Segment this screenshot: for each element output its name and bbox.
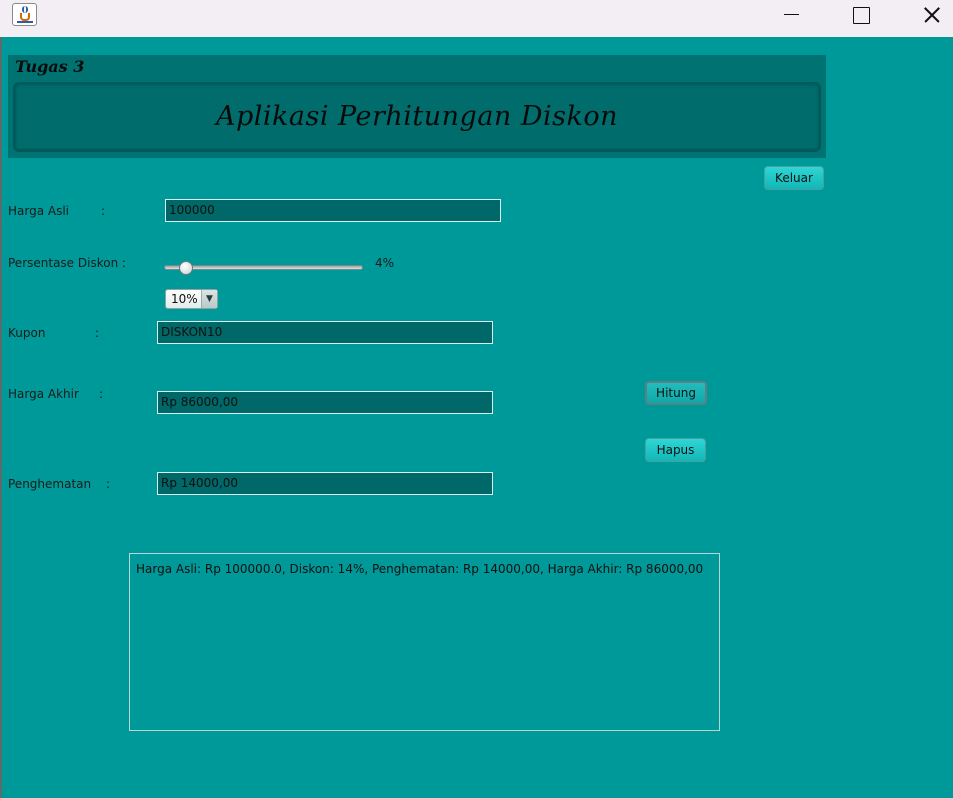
slider-value-label: 4% [375,256,395,270]
discount-slider-track[interactable] [164,265,363,270]
coupon-colon: : [95,326,100,340]
title-box: Aplikasi Perhitungan Diskon [13,82,821,152]
savings-field[interactable]: Rp 14000,00 [157,472,493,495]
discount-select[interactable]: 10% ▼ [165,289,218,309]
window-titlebar [0,0,953,37]
discount-slider-thumb[interactable] [179,261,193,275]
result-text: Harga Asli: Rp 100000.0, Diskon: 14%, Pe… [136,562,704,576]
original-price-input[interactable]: 100000 [165,199,501,222]
close-icon[interactable] [908,0,953,30]
clear-button[interactable]: Hapus [645,438,706,462]
exit-button[interactable]: Keluar [764,166,824,190]
header-panel: Tugas 3 Aplikasi Perhitungan Diskon [8,55,826,158]
calculate-button[interactable]: Hitung [645,381,707,405]
discount-percent-label: Persentase Diskon : [8,256,127,270]
coupon-label: Kupon [8,326,46,340]
coupon-input[interactable]: DISKON10 [157,321,493,344]
original-price-colon: : [101,204,106,218]
page-title: Aplikasi Perhitungan Diskon [215,101,619,132]
final-price-field[interactable]: Rp 86000,00 [157,391,493,414]
savings-label: Penghematan [8,477,92,491]
result-textarea[interactable]: Harga Asli: Rp 100000.0, Diskon: 14%, Pe… [129,553,720,731]
final-price-colon: : [99,387,104,401]
chevron-down-icon[interactable]: ▼ [201,290,217,308]
minimize-icon[interactable] [768,0,814,30]
savings-colon: : [106,477,111,491]
final-price-label: Harga Akhir [8,387,79,401]
maximize-icon[interactable] [837,0,883,30]
java-cup-icon[interactable] [12,3,37,26]
original-price-label: Harga Asli [8,204,70,218]
discount-select-value: 10% [171,292,198,306]
window-border [0,37,2,798]
course-label: Tugas 3 [15,57,85,76]
